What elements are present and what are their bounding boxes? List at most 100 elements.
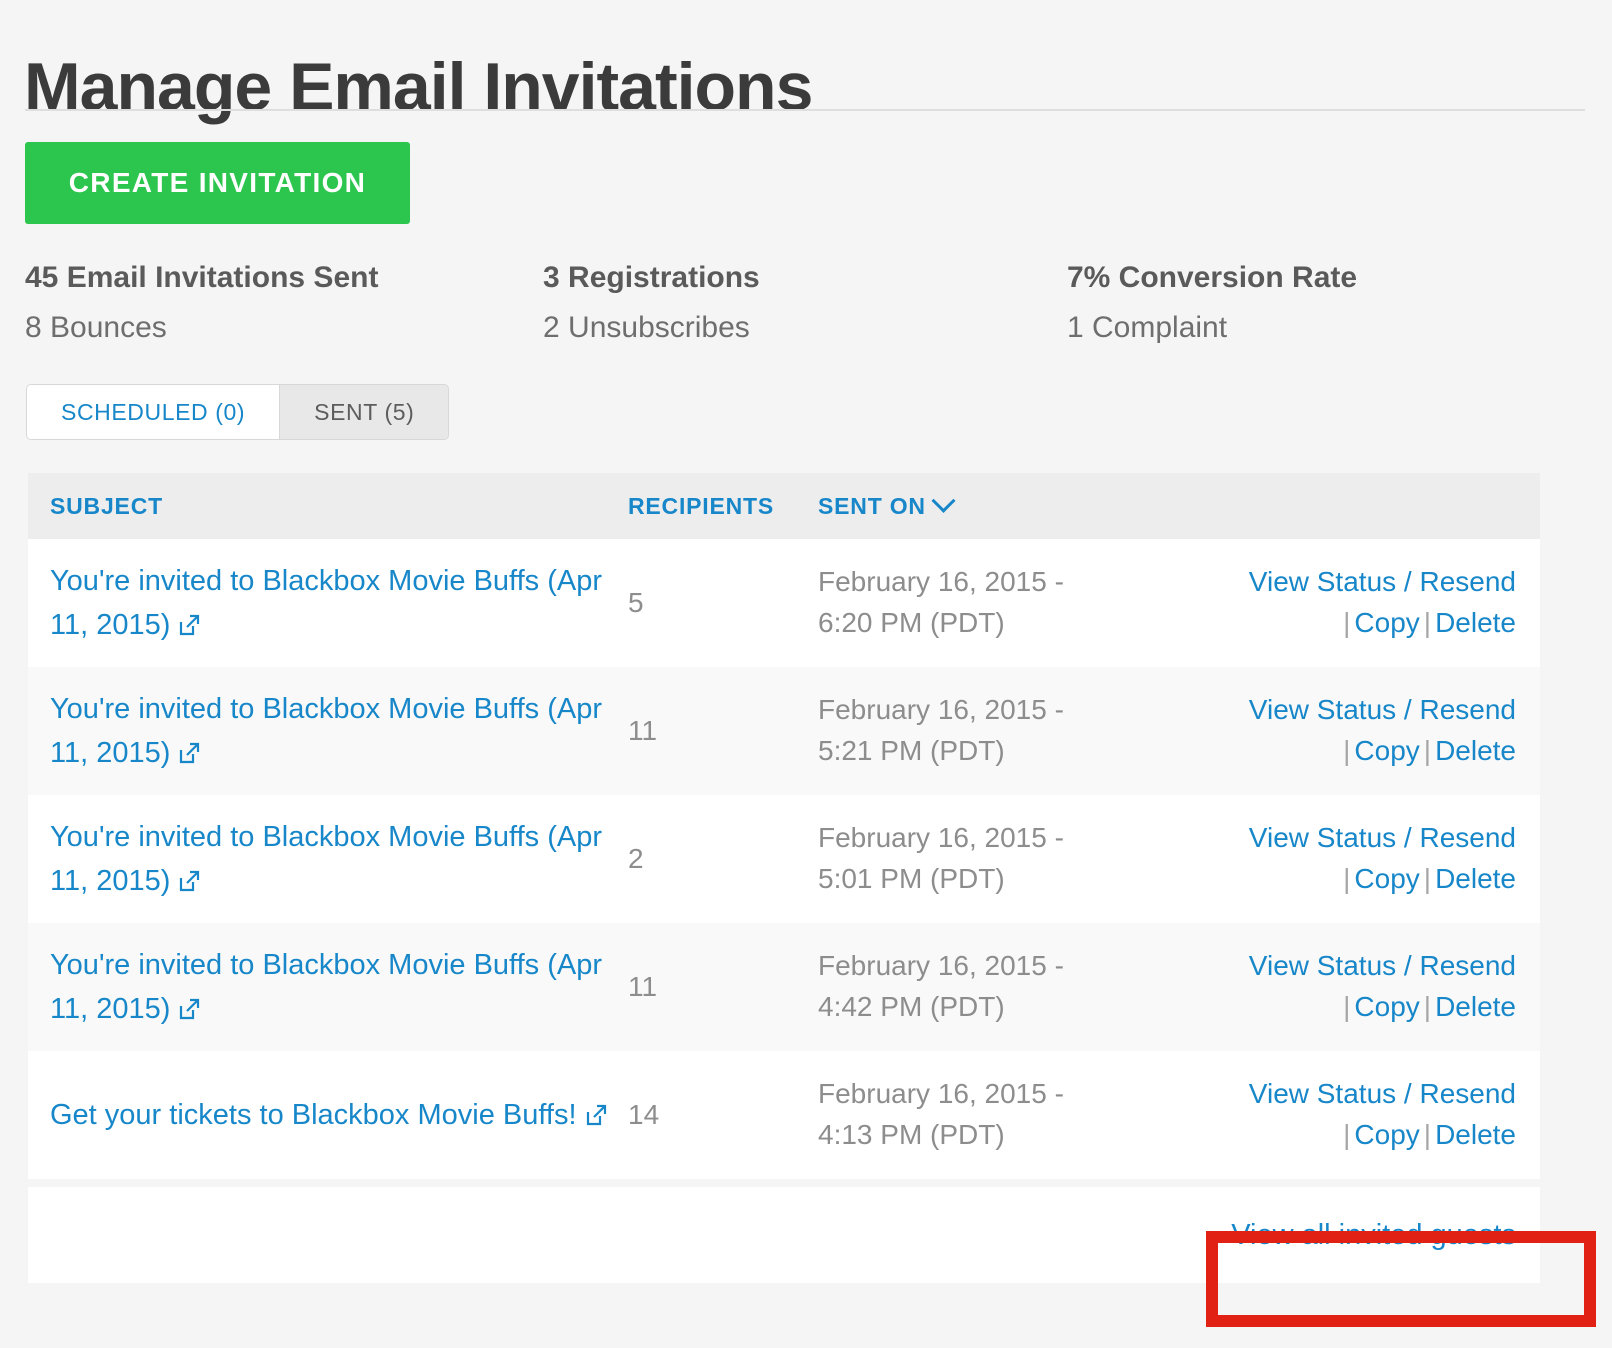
cell-recipients: 14 xyxy=(628,1099,660,1130)
invitation-subject-link[interactable]: You're invited to Blackbox Movie Buffs (… xyxy=(50,949,602,1025)
action-separator: | xyxy=(1423,863,1432,894)
delete-link[interactable]: Delete xyxy=(1435,991,1516,1022)
cell-actions: View Status / Resend | Copy | Delete xyxy=(1188,802,1540,915)
create-invitation-button[interactable]: CREATE INVITATION xyxy=(25,142,410,224)
cell-recipients: 2 xyxy=(628,843,644,874)
view-status-resend-link[interactable]: View Status / Resend xyxy=(1249,566,1516,597)
table-row: Get your tickets to Blackbox Movie Buffs… xyxy=(28,1051,1540,1179)
delete-link[interactable]: Delete xyxy=(1435,607,1516,638)
cell-subject: You're invited to Blackbox Movie Buffs (… xyxy=(28,543,628,663)
table-footer-row: View all invited guests xyxy=(28,1187,1540,1283)
column-header-sent-on[interactable]: SENT ON xyxy=(818,488,1188,520)
subject-text: You're invited to Blackbox Movie Buffs (… xyxy=(50,692,602,769)
stat-subtext: 1 Complaint xyxy=(1066,310,1228,344)
cell-subject: You're invited to Blackbox Movie Buffs (… xyxy=(28,671,628,791)
title-divider xyxy=(25,109,1585,111)
invitation-tabs: SCHEDULED (0) SENT (5) xyxy=(26,384,450,440)
cell-subject: You're invited to Blackbox Movie Buffs (… xyxy=(28,799,628,919)
tab-sent[interactable]: SENT (5) xyxy=(279,385,449,439)
sent-on-time: 4:42 PM (PDT) xyxy=(818,991,1005,1022)
cell-sent-on: February 16, 2015 - 6:20 PM (PDT) xyxy=(818,546,1188,659)
column-header-subject[interactable]: SUBJECT xyxy=(28,493,628,520)
view-status-resend-link[interactable]: View Status / Resend xyxy=(1249,1078,1516,1109)
delete-link[interactable]: Delete xyxy=(1435,735,1516,766)
copy-link[interactable]: Copy xyxy=(1354,607,1419,638)
external-link-icon[interactable] xyxy=(177,613,201,637)
copy-link[interactable]: Copy xyxy=(1354,991,1419,1022)
cell-recipients: 11 xyxy=(628,715,658,746)
delete-link[interactable]: Delete xyxy=(1435,863,1516,894)
stat-conversion-rate: 7% Conversion Rate 1 Complaint xyxy=(1067,258,1585,347)
table-row: You're invited to Blackbox Movie Buffs (… xyxy=(28,923,1540,1051)
sent-on-time: 4:13 PM (PDT) xyxy=(818,1119,1005,1150)
manage-email-invitations-page: Manage Email Invitations CREATE INVITATI… xyxy=(0,0,1612,1348)
tab-scheduled[interactable]: SCHEDULED (0) xyxy=(27,385,280,439)
action-separator: | xyxy=(1423,1119,1432,1150)
action-separator: | xyxy=(1343,1119,1351,1150)
view-status-resend-link[interactable]: View Status / Resend xyxy=(1249,822,1516,853)
cell-sent-on: February 16, 2015 - 5:01 PM (PDT) xyxy=(818,802,1188,915)
view-status-resend-link[interactable]: View Status / Resend xyxy=(1249,950,1516,981)
page-title: Manage Email Invitations xyxy=(24,48,813,125)
sent-on-time: 5:01 PM (PDT) xyxy=(818,863,1005,894)
column-header-recipients[interactable]: RECIPIENTS xyxy=(628,493,818,520)
subject-text: You're invited to Blackbox Movie Buffs (… xyxy=(50,948,602,1025)
delete-link[interactable]: Delete xyxy=(1435,1119,1516,1150)
view-all-invited-guests-link[interactable]: View all invited guests xyxy=(1231,1219,1516,1251)
action-separator: | xyxy=(1423,991,1432,1022)
cell-sent-on: February 16, 2015 - 4:42 PM (PDT) xyxy=(818,930,1188,1043)
sent-on-date: February 16, 2015 - xyxy=(818,950,1064,982)
cell-actions: View Status / Resend | Copy | Delete xyxy=(1188,546,1540,659)
invitation-subject-link[interactable]: You're invited to Blackbox Movie Buffs (… xyxy=(50,693,602,769)
cell-subject: Get your tickets to Blackbox Movie Buffs… xyxy=(28,1077,628,1153)
subject-text: Get your tickets to Blackbox Movie Buffs… xyxy=(50,1098,577,1131)
cell-subject: You're invited to Blackbox Movie Buffs (… xyxy=(28,927,628,1047)
invitations-table: SUBJECT RECIPIENTS SENT ON You're invite… xyxy=(28,473,1540,1283)
cell-recipients: 11 xyxy=(628,971,658,1002)
subject-text: You're invited to Blackbox Movie Buffs (… xyxy=(50,820,602,897)
stat-subtext: 8 Bounces xyxy=(25,310,167,344)
table-row: You're invited to Blackbox Movie Buffs (… xyxy=(28,795,1540,923)
stat-headline: 45 Email Invitations Sent xyxy=(25,261,379,294)
subject-text: You're invited to Blackbox Movie Buffs (… xyxy=(50,564,602,641)
external-link-icon[interactable] xyxy=(177,869,201,893)
external-link-icon[interactable] xyxy=(584,1103,608,1127)
copy-link[interactable]: Copy xyxy=(1354,1119,1419,1150)
stat-invitations-sent: 45 Email Invitations Sent 8 Bounces xyxy=(25,258,543,347)
cell-actions: View Status / Resend | Copy | Delete xyxy=(1188,1058,1540,1171)
sent-on-time: 5:21 PM (PDT) xyxy=(818,735,1005,766)
action-separator: | xyxy=(1423,607,1432,638)
copy-link[interactable]: Copy xyxy=(1354,735,1419,766)
cell-actions: View Status / Resend | Copy | Delete xyxy=(1188,674,1540,787)
action-separator: | xyxy=(1343,607,1351,638)
chevron-down-icon xyxy=(931,488,956,513)
action-separator: | xyxy=(1423,735,1432,766)
cell-actions: View Status / Resend | Copy | Delete xyxy=(1188,930,1540,1043)
sent-on-time: 6:20 PM (PDT) xyxy=(818,607,1005,638)
cell-recipients: 5 xyxy=(628,587,644,618)
action-separator: | xyxy=(1343,991,1351,1022)
sent-on-date: February 16, 2015 - xyxy=(818,694,1064,726)
invitation-subject-link[interactable]: You're invited to Blackbox Movie Buffs (… xyxy=(50,821,602,897)
table-header-row: SUBJECT RECIPIENTS SENT ON xyxy=(28,473,1540,539)
external-link-icon[interactable] xyxy=(177,741,201,765)
column-header-sent-on-label: SENT ON xyxy=(818,492,926,519)
stat-headline: 3 Registrations xyxy=(543,261,760,294)
action-separator: | xyxy=(1343,863,1351,894)
stat-subtext: 2 Unsubscribes xyxy=(543,310,750,344)
table-footer-gap xyxy=(28,1179,1540,1187)
cell-sent-on: February 16, 2015 - 5:21 PM (PDT) xyxy=(818,674,1188,787)
invitation-subject-link[interactable]: You're invited to Blackbox Movie Buffs (… xyxy=(50,565,602,641)
table-row: You're invited to Blackbox Movie Buffs (… xyxy=(28,539,1540,667)
copy-link[interactable]: Copy xyxy=(1354,863,1419,894)
sent-on-date: February 16, 2015 - xyxy=(818,1078,1064,1110)
view-status-resend-link[interactable]: View Status / Resend xyxy=(1249,694,1516,725)
view-all-invited-guests-wrap: View all invited guests xyxy=(1231,1219,1516,1252)
table-row: You're invited to Blackbox Movie Buffs (… xyxy=(28,667,1540,795)
stats-summary: 45 Email Invitations Sent 8 Bounces 3 Re… xyxy=(25,258,1585,347)
sent-on-date: February 16, 2015 - xyxy=(818,566,1064,598)
stat-headline: 7% Conversion Rate xyxy=(1066,261,1358,294)
external-link-icon[interactable] xyxy=(177,997,201,1021)
invitation-subject-link[interactable]: Get your tickets to Blackbox Movie Buffs… xyxy=(50,1099,608,1131)
cell-sent-on: February 16, 2015 - 4:13 PM (PDT) xyxy=(818,1058,1188,1171)
